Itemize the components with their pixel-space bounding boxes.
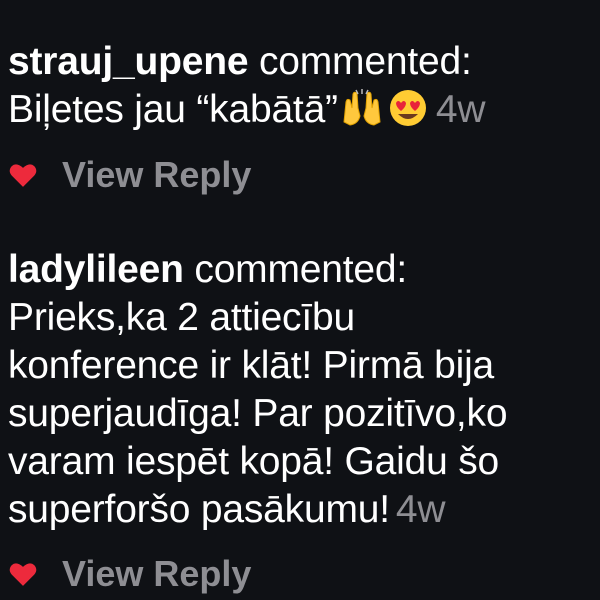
comment-body-line: superjaudīga! Par pozitīvo,ko [8,392,508,435]
comment-body-last-line: superforšo pasākumu! 4w [8,486,590,534]
comment-actions: View Reply [8,553,251,595]
comment-body-line: konference ir klāt! Pirmā bija [8,344,495,387]
comment-header: ladylileen commented: [8,246,590,294]
comment-ladylileen: ladylileen commented: Prieks,ka 2 attiec… [8,246,590,534]
comment-username[interactable]: ladylileen [8,248,184,291]
view-reply-link[interactable]: View Reply [62,154,251,196]
comment-strauj-upene: strauj_upene commented: Biļetes jau “kab… [8,38,590,134]
comment-header: strauj_upene commented: [8,38,590,86]
comment-verb: commented: [194,248,407,291]
heart-eyes-emoji [389,90,426,126]
comment-timestamp: 4w [435,88,486,131]
comment-body: Biļetes jau “kabātā” 4w [8,86,590,134]
heart-icon[interactable] [8,561,38,587]
comment-body-line: Prieks,ka 2 attiecību [8,296,355,339]
comment-text: Biļetes jau “kabātā” [8,88,338,131]
view-reply-link[interactable]: View Reply [62,553,251,595]
comment-verb: commented: [258,40,472,83]
comment-username[interactable]: strauj_upene [8,40,249,83]
raising-hands-emoji [343,89,381,126]
comment-body-line: varam iespēt kopā! Gaidu šo [8,440,500,483]
comment-timestamp: 4w [395,488,446,531]
comment-body-line: superforšo pasākumu! [8,488,390,531]
comment-actions: View Reply [8,154,251,196]
heart-icon[interactable] [8,162,38,188]
